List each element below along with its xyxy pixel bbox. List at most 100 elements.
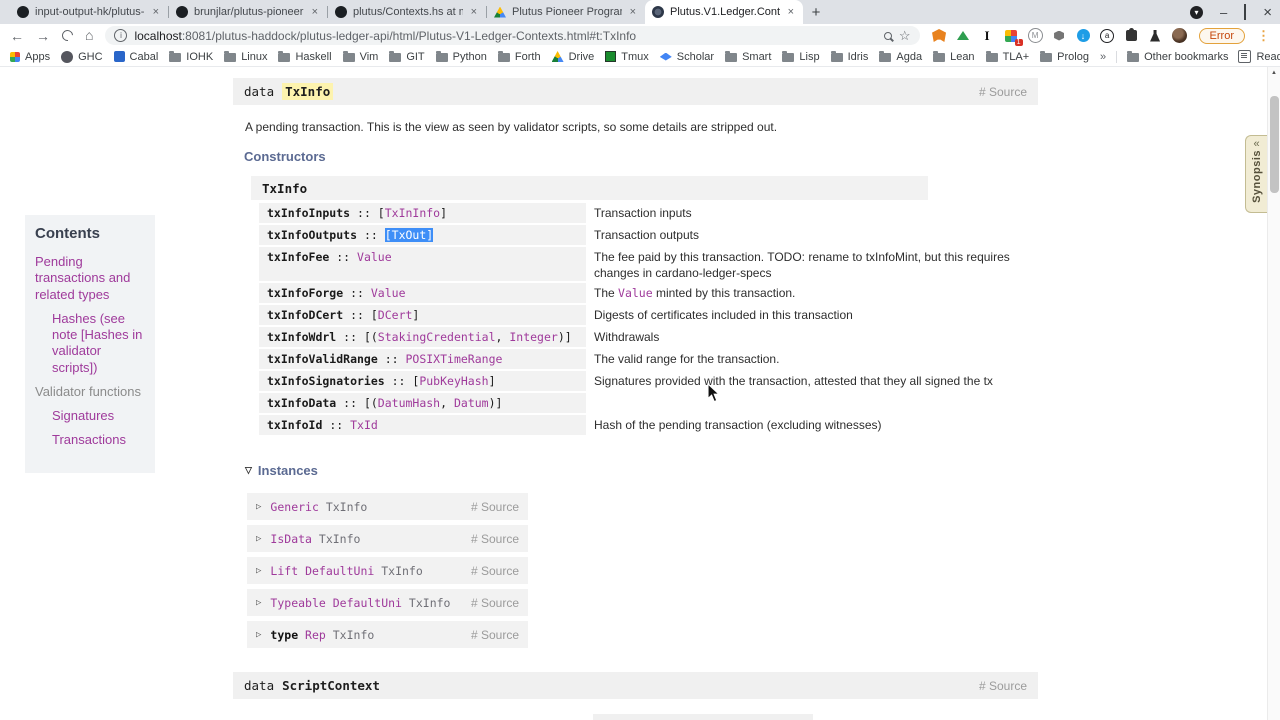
- bookmark-agda[interactable]: Agda: [879, 51, 922, 63]
- back-button[interactable]: ←: [10, 29, 24, 43]
- field-name[interactable]: txInfoWdrl: [267, 330, 336, 344]
- forward-button[interactable]: →: [36, 29, 50, 43]
- bookmark-iohk[interactable]: IOHK: [169, 51, 213, 63]
- browser-tab[interactable]: brunjlar/plutus-pioneer-×: [169, 0, 327, 24]
- field-name[interactable]: txInfoOutputs: [267, 228, 357, 242]
- instances-header[interactable]: Instances: [245, 463, 318, 478]
- blue-download-icon[interactable]: ↓: [1076, 28, 1091, 43]
- bookmark-lean[interactable]: Lean: [933, 51, 974, 63]
- reading-list-button[interactable]: Reading list: [1238, 50, 1280, 63]
- type-link[interactable]: Typeable: [270, 596, 325, 610]
- tab-close-icon[interactable]: ×: [151, 6, 161, 18]
- restore-button[interactable]: [1244, 4, 1246, 20]
- bookmark-python[interactable]: Python: [436, 51, 487, 63]
- synopsis-tab[interactable]: « Synopsis: [1245, 135, 1267, 213]
- bookmark-vim[interactable]: Vim: [343, 51, 379, 63]
- expand-triangle-icon[interactable]: [256, 534, 261, 544]
- tab-close-icon[interactable]: ×: [310, 6, 320, 18]
- site-info-icon[interactable]: [114, 29, 127, 42]
- txinfo-source-link[interactable]: # Source: [979, 85, 1027, 99]
- tab-close-icon[interactable]: ×: [628, 6, 638, 18]
- field-name[interactable]: txInfoData: [267, 396, 336, 410]
- bookmark-haskell[interactable]: Haskell: [278, 51, 331, 63]
- bookmark-cabal[interactable]: Cabal: [114, 51, 159, 63]
- type-link[interactable]: DCert: [378, 308, 413, 322]
- type-link[interactable]: DatumHash: [378, 396, 440, 410]
- grid-badge-icon[interactable]: 1: [1004, 28, 1019, 43]
- scrollbar-thumb[interactable]: [1270, 96, 1279, 193]
- profile-avatar-icon[interactable]: [1172, 28, 1187, 43]
- type-link[interactable]: IsData: [270, 532, 312, 546]
- media-controls-icon[interactable]: ▾: [1190, 6, 1203, 19]
- type-link[interactable]: DefaultUni: [305, 564, 374, 578]
- other-bookmarks-button[interactable]: Other bookmarks: [1127, 51, 1228, 63]
- instance-source-link[interactable]: # Source: [471, 532, 519, 546]
- green-triangle-icon[interactable]: [956, 28, 971, 43]
- type-link[interactable]: Lift: [270, 564, 298, 578]
- instance-row[interactable]: Typeable DefaultUni TxInfo# Source: [247, 589, 528, 616]
- type-link[interactable]: TxInInfo: [385, 206, 440, 220]
- browser-tab[interactable]: Plutus Pioneer Program×: [487, 0, 645, 24]
- toc-link[interactable]: Pending transactions and related types: [35, 254, 145, 303]
- a-circle-icon[interactable]: a: [1100, 28, 1115, 43]
- bookmark-tmux[interactable]: Tmux: [605, 51, 649, 63]
- zoom-icon[interactable]: [884, 32, 892, 40]
- tab-close-icon[interactable]: ×: [469, 6, 479, 18]
- field-name[interactable]: txInfoFee: [267, 250, 329, 264]
- bookmark-drive[interactable]: Drive: [552, 51, 595, 63]
- selected-type-link[interactable]: [TxOut]: [385, 228, 433, 242]
- page-scrollbar[interactable]: [1267, 67, 1280, 720]
- bookmark-git[interactable]: GIT: [389, 51, 424, 63]
- instance-source-link[interactable]: # Source: [471, 500, 519, 514]
- puzzle-icon[interactable]: [1124, 28, 1139, 43]
- bookmark-star-icon[interactable]: [899, 27, 911, 45]
- type-link[interactable]: PubKeyHash: [419, 374, 488, 388]
- address-bar[interactable]: localhost:8081/plutus-haddock/plutus-led…: [105, 26, 919, 45]
- bookmark-smart[interactable]: Smart: [725, 51, 771, 63]
- instance-source-link[interactable]: # Source: [471, 564, 519, 578]
- url-text[interactable]: localhost:8081/plutus-haddock/plutus-led…: [134, 29, 876, 43]
- bookmark-tla-[interactable]: TLA+: [986, 51, 1030, 63]
- toc-link[interactable]: Validator functions: [35, 384, 145, 400]
- close-window-button[interactable]: [1263, 5, 1272, 20]
- field-name[interactable]: txInfoInputs: [267, 206, 350, 220]
- expand-triangle-icon[interactable]: [256, 502, 261, 512]
- type-link[interactable]: Generic: [270, 500, 318, 514]
- type-link[interactable]: TxId: [350, 418, 378, 432]
- bookmark-forth[interactable]: Forth: [498, 51, 541, 63]
- type-link[interactable]: Value: [357, 250, 392, 264]
- toc-link[interactable]: Transactions: [35, 432, 145, 448]
- field-name[interactable]: txInfoDCert: [267, 308, 343, 322]
- browser-tab[interactable]: input-output-hk/plutus-p×: [10, 0, 168, 24]
- field-name[interactable]: txInfoSignatories: [267, 374, 385, 388]
- instance-row[interactable]: Generic TxInfo# Source: [247, 493, 528, 520]
- new-tab-button[interactable]: +: [803, 0, 829, 24]
- field-name[interactable]: txInfoId: [267, 418, 322, 432]
- home-button[interactable]: [85, 27, 93, 45]
- type-link[interactable]: DefaultUni: [333, 596, 402, 610]
- bookmark-scholar[interactable]: Scholar: [660, 51, 714, 63]
- collapse-triangle-icon[interactable]: [245, 465, 252, 476]
- flask-icon[interactable]: [1148, 28, 1163, 43]
- m-circle-icon[interactable]: M: [1028, 28, 1043, 43]
- bookmarks-overflow-chevron[interactable]: »: [1100, 51, 1106, 63]
- bookmark-idris[interactable]: Idris: [831, 51, 869, 63]
- minimize-button[interactable]: [1220, 6, 1227, 19]
- type-link[interactable]: Integer: [509, 330, 557, 344]
- field-name[interactable]: txInfoForge: [267, 286, 343, 300]
- expand-triangle-icon[interactable]: [256, 566, 261, 576]
- scriptcontext-source-link[interactable]: # Source: [979, 679, 1027, 693]
- instance-source-link[interactable]: # Source: [471, 628, 519, 642]
- type-link[interactable]: Rep: [305, 628, 326, 642]
- field-name[interactable]: txInfoValidRange: [267, 352, 378, 366]
- type-link[interactable]: Datum: [454, 396, 489, 410]
- error-button[interactable]: Error: [1199, 28, 1245, 44]
- scrollbar-up-arrow[interactable]: [1271, 70, 1277, 76]
- type-link[interactable]: StakingCredential: [378, 330, 496, 344]
- letter-i-icon[interactable]: I: [980, 28, 995, 43]
- type-link[interactable]: POSIXTimeRange: [405, 352, 502, 366]
- type-link[interactable]: Value: [371, 286, 406, 300]
- bookmark-lisp[interactable]: Lisp: [782, 51, 819, 63]
- instance-row[interactable]: Lift DefaultUni TxInfo# Source: [247, 557, 528, 584]
- bookmark-ghc[interactable]: GHC: [61, 51, 102, 63]
